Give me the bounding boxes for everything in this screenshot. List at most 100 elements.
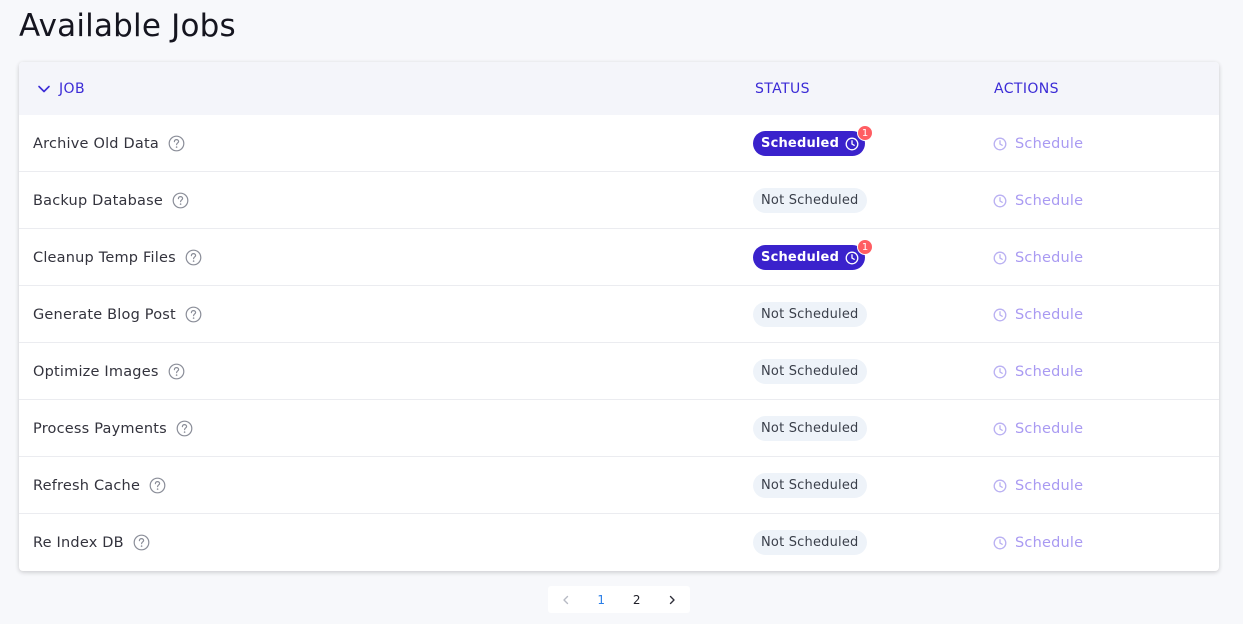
help-circle-icon[interactable] — [185, 249, 202, 266]
actions-cell: Schedule — [993, 286, 1083, 343]
job-cell: Process Payments — [33, 400, 193, 457]
status-cell: Not Scheduled — [753, 343, 867, 400]
job-cell: Re Index DB — [33, 514, 150, 571]
status-label: Scheduled — [761, 136, 840, 151]
status-column-header: STATUS — [755, 80, 810, 97]
page-title: Available Jobs — [19, 8, 236, 44]
help-circle-icon[interactable] — [185, 306, 202, 323]
actions-cell: Schedule — [993, 514, 1083, 571]
job-name: Optimize Images — [33, 363, 159, 380]
status-badge: Not Scheduled — [753, 530, 867, 555]
actions-cell: Schedule — [993, 343, 1083, 400]
job-name: Generate Blog Post — [33, 306, 176, 323]
help-circle-icon[interactable] — [168, 363, 185, 380]
chevron-right-icon — [666, 594, 678, 606]
actions-cell: Schedule — [993, 115, 1083, 172]
table-row: Cleanup Temp Files Scheduled 1 Schedule — [19, 229, 1219, 286]
actions-cell: Schedule — [993, 172, 1083, 229]
schedule-button[interactable]: Schedule — [993, 307, 1083, 323]
job-cell: Archive Old Data — [33, 115, 185, 172]
job-cell: Cleanup Temp Files — [33, 229, 202, 286]
job-name: Re Index DB — [33, 534, 124, 551]
schedule-button[interactable]: Schedule — [993, 478, 1083, 494]
status-cell: Not Scheduled — [753, 514, 867, 571]
status-cell: Not Scheduled — [753, 457, 867, 514]
schedule-label: Schedule — [1015, 192, 1084, 209]
status-badge: Not Scheduled — [753, 416, 867, 441]
page-button-1[interactable]: 1 — [591, 593, 611, 607]
status-cell: Not Scheduled — [753, 400, 867, 457]
table-row: Refresh Cache Not Scheduled Schedule — [19, 457, 1219, 514]
job-name: Archive Old Data — [33, 135, 159, 152]
status-label: Scheduled — [761, 250, 840, 265]
count-badge: 1 — [857, 239, 874, 255]
status-badge: Not Scheduled — [753, 302, 867, 327]
clock-icon — [993, 365, 1007, 379]
schedule-button[interactable]: Schedule — [993, 364, 1083, 380]
count-badge: 1 — [857, 125, 874, 141]
status-cell: Scheduled 1 — [753, 229, 874, 286]
schedule-label: Schedule — [1015, 534, 1084, 551]
help-circle-icon[interactable] — [172, 192, 189, 209]
table-row: Optimize Images Not Scheduled Schedule — [19, 343, 1219, 400]
status-badge: Not Scheduled — [753, 188, 867, 213]
chevron-down-icon — [37, 82, 59, 96]
job-cell: Refresh Cache — [33, 457, 166, 514]
job-column-header[interactable]: JOB — [37, 62, 85, 115]
schedule-label: Schedule — [1015, 420, 1084, 437]
clock-icon — [993, 194, 1007, 208]
help-circle-icon[interactable] — [133, 534, 150, 551]
clock-icon — [993, 308, 1007, 322]
schedule-button[interactable]: Schedule — [993, 421, 1083, 437]
help-circle-icon[interactable] — [176, 420, 193, 437]
job-name: Backup Database — [33, 192, 163, 209]
status-badge: Scheduled 1 — [753, 239, 874, 270]
schedule-label: Schedule — [1015, 135, 1084, 152]
prev-page-button[interactable] — [556, 594, 576, 606]
job-cell: Backup Database — [33, 172, 189, 229]
job-name: Process Payments — [33, 420, 167, 437]
status-badge: Not Scheduled — [753, 473, 867, 498]
table-row: Backup Database Not Scheduled Schedule — [19, 172, 1219, 229]
schedule-button[interactable]: Schedule — [993, 193, 1083, 209]
schedule-label: Schedule — [1015, 306, 1084, 323]
actions-cell: Schedule — [993, 457, 1083, 514]
job-cell: Optimize Images — [33, 343, 185, 400]
table-row: Generate Blog Post Not Scheduled Schedule — [19, 286, 1219, 343]
clock-icon — [845, 137, 859, 151]
next-page-button[interactable] — [662, 594, 682, 606]
status-label: Not Scheduled — [761, 193, 859, 208]
clock-icon — [993, 137, 1007, 151]
schedule-button[interactable]: Schedule — [993, 535, 1083, 551]
page: Available Jobs JOB STATUS ACTIONS Archiv… — [0, 0, 1243, 624]
status-label: Not Scheduled — [761, 307, 859, 322]
actions-cell: Schedule — [993, 229, 1083, 286]
actions-cell: Schedule — [993, 400, 1083, 457]
clock-icon — [993, 479, 1007, 493]
status-cell: Not Scheduled — [753, 172, 867, 229]
status-cell: Not Scheduled — [753, 286, 867, 343]
status-badge: Scheduled 1 — [753, 125, 874, 156]
job-name: Cleanup Temp Files — [33, 249, 176, 266]
schedule-button[interactable]: Schedule — [993, 250, 1083, 266]
clock-icon — [993, 536, 1007, 550]
table-header: JOB STATUS ACTIONS — [19, 62, 1219, 115]
schedule-label: Schedule — [1015, 363, 1084, 380]
table-body: Archive Old Data Scheduled 1 Schedule Backup… — [19, 115, 1219, 571]
job-cell: Generate Blog Post — [33, 286, 202, 343]
page-button-2[interactable]: 2 — [627, 593, 647, 607]
help-circle-icon[interactable] — [149, 477, 166, 494]
status-cell: Scheduled 1 — [753, 115, 874, 172]
chevron-left-icon — [560, 594, 572, 606]
schedule-button[interactable]: Schedule — [993, 136, 1083, 152]
help-circle-icon[interactable] — [168, 135, 185, 152]
table-row: Re Index DB Not Scheduled Schedule — [19, 514, 1219, 571]
clock-icon — [993, 251, 1007, 265]
pagination: 1 2 — [548, 586, 690, 613]
table-row: Process Payments Not Scheduled Schedule — [19, 400, 1219, 457]
status-label: Not Scheduled — [761, 421, 859, 436]
jobs-table: JOB STATUS ACTIONS Archive Old Data Sched… — [19, 62, 1219, 571]
status-label: Not Scheduled — [761, 478, 859, 493]
clock-icon — [845, 251, 859, 265]
status-label: Not Scheduled — [761, 364, 859, 379]
